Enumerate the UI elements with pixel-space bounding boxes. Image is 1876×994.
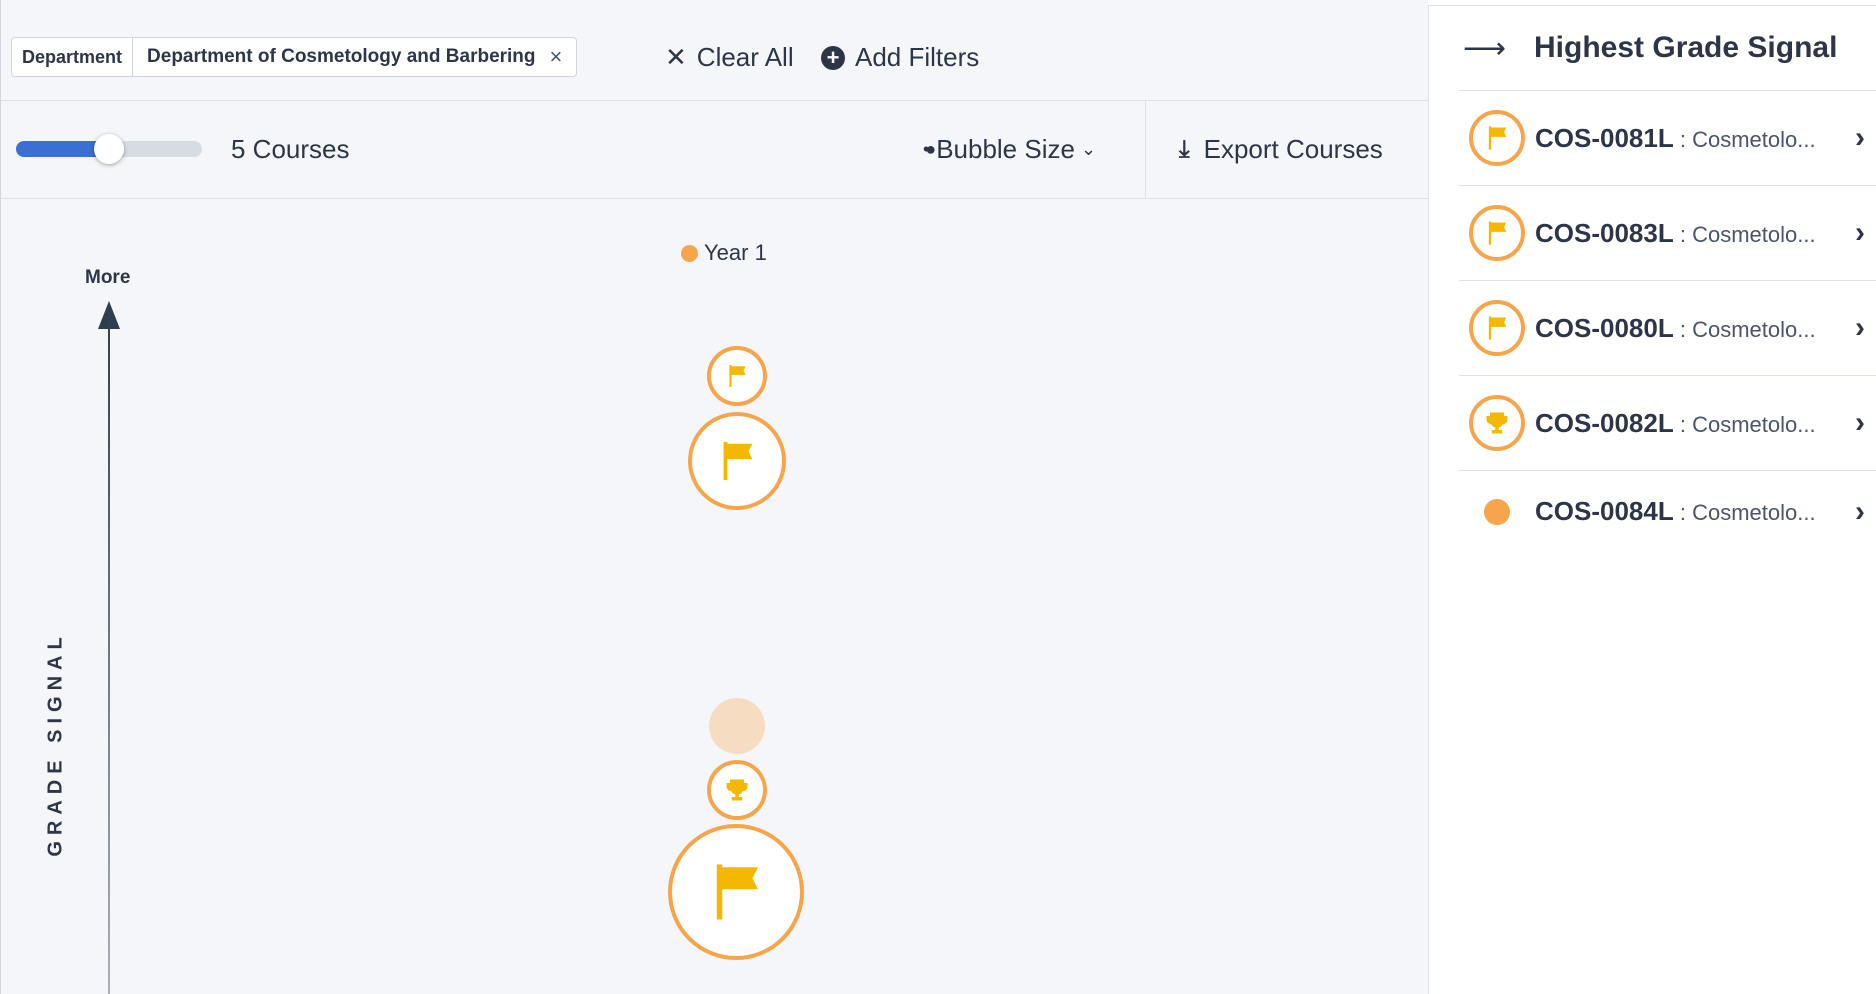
course-list-item[interactable]: COS-0082L : Cosmetolo... › [1459,375,1876,470]
course-name: : Cosmetolo... [1673,411,1816,437]
close-icon: ✕ [665,42,687,72]
course-text: COS-0083L : Cosmetolo... [1535,218,1827,249]
course-bubble[interactable] [707,346,767,406]
legend-label: Year 1 [704,240,767,265]
download-icon: ⤓ [1179,135,1190,163]
dot-icon [1484,498,1510,525]
toolbar-divider [1145,101,1146,199]
course-badge [1469,483,1525,540]
course-code: COS-0081L [1535,122,1674,153]
course-code: COS-0083L [1535,217,1674,248]
course-name: : Cosmetolo... [1673,500,1816,525]
department-filter-chip[interactable]: Department Department of Cosmetology and… [11,37,578,77]
course-badge [1469,300,1525,356]
bubble-chart: Year 1 More GRADE SIGNAL [1,199,1429,994]
filter-bar: Department Department of Cosmetology and… [1,6,1429,101]
course-badge [1469,205,1525,261]
legend-dot [681,244,698,262]
course-code: COS-0084L [1535,496,1674,526]
chevron-right-icon: › [1855,494,1865,528]
export-label: Export Courses [1203,134,1383,164]
course-badge [1469,110,1525,166]
chevron-right-icon: › [1855,406,1865,439]
bubble-size-label: Bubble Size [936,134,1075,164]
flag-icon [1488,316,1507,340]
bubble-size-icon: •● [923,139,936,159]
course-bubble[interactable] [688,412,786,510]
course-badge [1469,395,1525,451]
flag-icon [723,441,753,481]
axis-top-label: More [85,267,131,288]
trophy-icon [1486,412,1508,434]
course-name: : Cosmetolo... [1673,316,1816,342]
panel-header: ⟶ Highest Grade Signal [1429,6,1876,90]
chevron-right-icon: › [1855,216,1865,249]
course-list-item[interactable]: COS-0081L : Cosmetolo... › [1459,90,1876,185]
course-text: COS-0084L : Cosmetolo... [1535,496,1827,527]
bubble-size-dropdown[interactable]: •● Bubble Size ⌄ [923,134,1096,165]
course-list-item[interactable]: COS-0083L : Cosmetolo... › [1459,185,1876,280]
arrow-right-icon[interactable]: ⟶ [1463,31,1506,66]
export-courses-button[interactable]: ⤓ Export Courses [1179,134,1383,165]
flag-icon [1488,221,1507,245]
panel-title: Highest Grade Signal [1534,31,1838,64]
course-bubble[interactable] [707,760,767,820]
add-filters-label: Add Filters [855,42,980,72]
filter-value: Department of Cosmetology and Barbering [147,46,536,67]
add-filters-button[interactable]: + Add Filters [821,42,979,73]
slider-handle[interactable] [94,134,124,164]
course-panel: ⟶ Highest Grade Signal COS-0081L : Cosme… [1428,6,1876,994]
main-area: Department Department of Cosmetology and… [0,0,1429,994]
course-name: : Cosmetolo... [1673,221,1816,247]
course-text: COS-0081L : Cosmetolo... [1535,123,1827,154]
chart-legend: Year 1 [681,240,767,266]
flag-icon [716,864,758,920]
chart-toolbar: 5 Courses •● Bubble Size ⌄ ⤓ Export Cour… [1,101,1429,199]
chevron-down-icon: ⌄ [1080,139,1097,159]
course-count: 5 Courses [231,134,350,164]
zoom-slider[interactable] [16,134,202,164]
flag-icon [729,365,746,387]
course-code: COS-0082L [1535,407,1674,438]
course-text: COS-0082L : Cosmetolo... [1535,408,1827,439]
trophy-icon [726,779,748,801]
course-bubble[interactable] [709,698,765,754]
clear-all-label: Clear All [696,42,794,72]
clear-all-button[interactable]: ✕ Clear All [665,42,794,73]
course-name: : Cosmetolo... [1673,126,1816,152]
course-list: COS-0081L : Cosmetolo... › COS-0083L : C… [1459,90,1876,552]
y-axis-title: GRADE SIGNAL [44,631,67,857]
course-bubble[interactable] [668,824,804,960]
course-text: COS-0080L : Cosmetolo... [1535,313,1827,344]
remove-filter-icon[interactable]: × [550,38,577,76]
filter-key: Department [12,38,134,76]
chevron-right-icon: › [1855,121,1865,154]
chevron-right-icon: › [1855,311,1865,344]
course-code: COS-0080L [1535,312,1674,343]
flag-icon [1488,126,1507,150]
plus-circle-icon: + [821,45,845,70]
course-list-item[interactable]: COS-0080L : Cosmetolo... › [1459,280,1876,375]
course-list-item[interactable]: COS-0084L : Cosmetolo... › [1459,470,1876,552]
y-axis-line [108,307,110,994]
